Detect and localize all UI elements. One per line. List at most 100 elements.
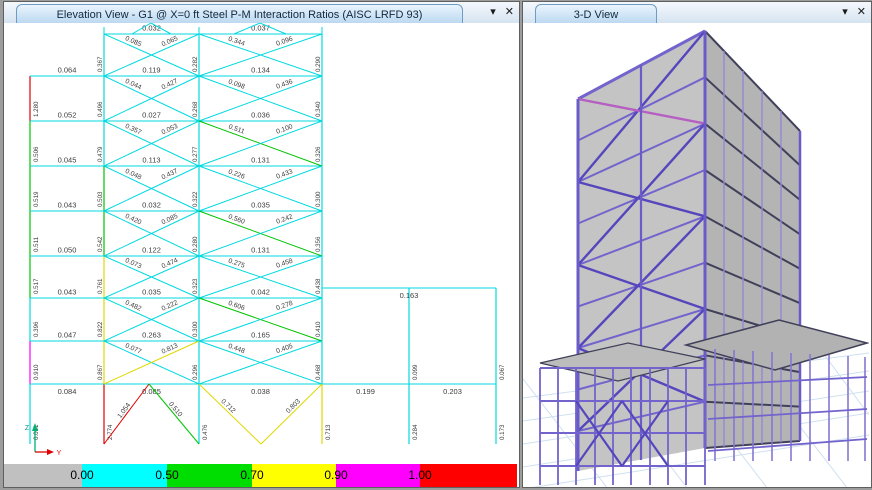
brace-ratio-label: 0.458 (275, 258, 294, 270)
window-menu-icon[interactable]: ▾ (842, 2, 848, 23)
beam-ratio-label: 0.045 (58, 156, 77, 165)
beam-ratio-label: 0.113 (142, 156, 160, 165)
ratio-color-legend: 0.00 0.50 0.70 0.90 1.00 (4, 464, 517, 487)
view3d-tab[interactable]: 3-D View (535, 4, 657, 24)
brace-ratio-label: 0.511 (227, 123, 245, 135)
brace-ratio-label: 0.242 (275, 213, 294, 225)
view3d-content (523, 23, 871, 487)
column-ratio-label: 0.323 (192, 278, 199, 294)
view3d-titlebar: 3-D View ▾ ✕ (523, 2, 871, 24)
elevation-content: 1.280 0.506 0.519 0.511 0.517 0.396 0.910 0.00 1… (4, 23, 519, 487)
elevation-window: Elevation View - G1 @ X=0 ft Steel P-M I… (3, 1, 520, 488)
beam-ratio-label: 0.037 (251, 24, 270, 33)
column-ratio-label: 0.503 (97, 191, 104, 207)
column-ratio-label: 0.910 (33, 364, 40, 380)
beam-ratio-label: 0.199 (356, 387, 375, 396)
column-ratio-label: 0.340 (315, 101, 322, 117)
column-ratio-label: 0.713 (325, 424, 332, 440)
beam-ratio-label: 0.131 (251, 246, 270, 255)
column-ratio-label: 0.396 (33, 321, 40, 337)
brace-ratio-label: 0.275 (227, 258, 246, 270)
beam-ratio-label: 0.134 (251, 66, 270, 75)
column-ratio-label: 0.300 (192, 321, 199, 337)
beam-ratio-label: 0.263 (142, 331, 161, 340)
beam-ratio-label: 0.122 (142, 246, 161, 255)
column-ratio-label: 0.479 (97, 146, 104, 162)
column-ratio-label: 0.511 (33, 236, 40, 252)
legend-segment-1.00 (420, 464, 517, 487)
view3d-canvas[interactable] (523, 23, 869, 487)
column-ratio-label: 0.496 (97, 101, 104, 117)
column-ratio-label: 0.173 (499, 424, 506, 440)
beam-ratio-label: 0.064 (58, 66, 77, 75)
beam-ratio-label: 0.035 (251, 201, 270, 210)
beam-ratio-label: 0.043 (58, 201, 77, 210)
brace-ratio-label: 0.433 (275, 168, 294, 180)
beam-ratio-label: 0.052 (58, 111, 77, 120)
legend-segment-0.00 (82, 464, 167, 487)
column-ratio-label: 0.322 (192, 191, 199, 207)
column-ratio-label: 0.300 (315, 191, 322, 207)
brace-ratio-label: 0.560 (227, 213, 246, 225)
elevation-tab[interactable]: Elevation View - G1 @ X=0 ft Steel P-M I… (16, 4, 463, 24)
close-icon[interactable]: ✕ (857, 2, 866, 23)
column-ratio-label: 0.326 (315, 146, 322, 162)
column-ratio-label: 0.867 (97, 364, 104, 380)
beam-ratio-label: 0.035 (142, 288, 161, 297)
beam-ratio-label: 0.036 (251, 111, 270, 120)
close-icon[interactable]: ✕ (505, 2, 514, 23)
column-ratio-label: 0.468 (315, 364, 322, 380)
window-menu-icon[interactable]: ▾ (490, 2, 496, 23)
column-ratio-label: 0.282 (192, 56, 199, 72)
brace-ratio-label: 0.606 (227, 300, 246, 312)
frame-member[interactable] (149, 384, 199, 444)
column-ratio-label: 0.519 (33, 191, 40, 207)
axis-y-label: Y (57, 450, 62, 457)
beam-ratio-label: 0.050 (58, 246, 77, 255)
elevation-titlebar: Elevation View - G1 @ X=0 ft Steel P-M I… (4, 2, 519, 24)
legend-segment-0.50 (167, 464, 252, 487)
column-ratio-label: 0.268 (192, 101, 199, 117)
beam-ratio-label: 0.203 (443, 387, 462, 396)
beam-ratio-label: 0.038 (251, 387, 270, 396)
beam-ratio-label: 0.131 (251, 156, 270, 165)
column-ratio-label: 0.438 (315, 278, 322, 294)
brace-ratio-label: 0.226 (227, 168, 246, 180)
legend-label: 0.50 (155, 464, 178, 487)
axis-z-label: Z (25, 425, 30, 432)
elevation-canvas[interactable]: 1.2800.5060.5190.5110.5170.3960.9100.001… (4, 23, 517, 466)
beam-ratio-label: 0.165 (251, 331, 270, 340)
brace-ratio-label: 0.098 (227, 78, 246, 90)
legend-label: 0.90 (324, 464, 347, 487)
beam-ratio-label: 0.042 (251, 288, 270, 297)
beam-ratio-label: 0.119 (142, 66, 160, 75)
column-ratio-label: 0.367 (97, 56, 104, 72)
beam-ratio-label: 0.084 (58, 387, 77, 396)
legend-label: 0.70 (240, 464, 263, 487)
frame-member[interactable] (104, 384, 149, 444)
column-ratio-label: 0.099 (412, 364, 419, 380)
column-ratio-label: 0.476 (202, 424, 209, 440)
brace-ratio-label: 0.405 (275, 343, 294, 355)
brace-ratio-label: 0.278 (275, 300, 294, 312)
column-ratio-label: 0.506 (33, 146, 40, 162)
column-ratio-label: 0.410 (315, 321, 322, 337)
view3d-title: 3-D View (574, 9, 618, 21)
beam-ratio-label: 0.027 (142, 111, 161, 120)
beam-ratio-label: 0.032 (142, 201, 161, 210)
column-ratio-label: 1.280 (33, 101, 40, 117)
column-ratio-label: 0.280 (192, 236, 199, 252)
legend-label: 0.00 (70, 464, 93, 487)
frame-member[interactable] (261, 384, 322, 444)
legend-label: 1.00 (408, 464, 431, 487)
beam-ratio-label: 0.163 (400, 291, 419, 300)
brace-ratio-label: 0.436 (275, 78, 294, 90)
column-ratio-label: 0.356 (315, 236, 322, 252)
column-ratio-label: 0.822 (97, 321, 104, 337)
column-ratio-label: 0.296 (192, 364, 199, 380)
brace-ratio-label: 0.448 (227, 343, 246, 355)
column-ratio-label: 0.517 (33, 278, 40, 294)
beam-ratio-label: 0.043 (58, 288, 77, 297)
brace-ratio-label: 0.100 (275, 123, 294, 135)
column-ratio-label: 0.284 (412, 424, 419, 440)
